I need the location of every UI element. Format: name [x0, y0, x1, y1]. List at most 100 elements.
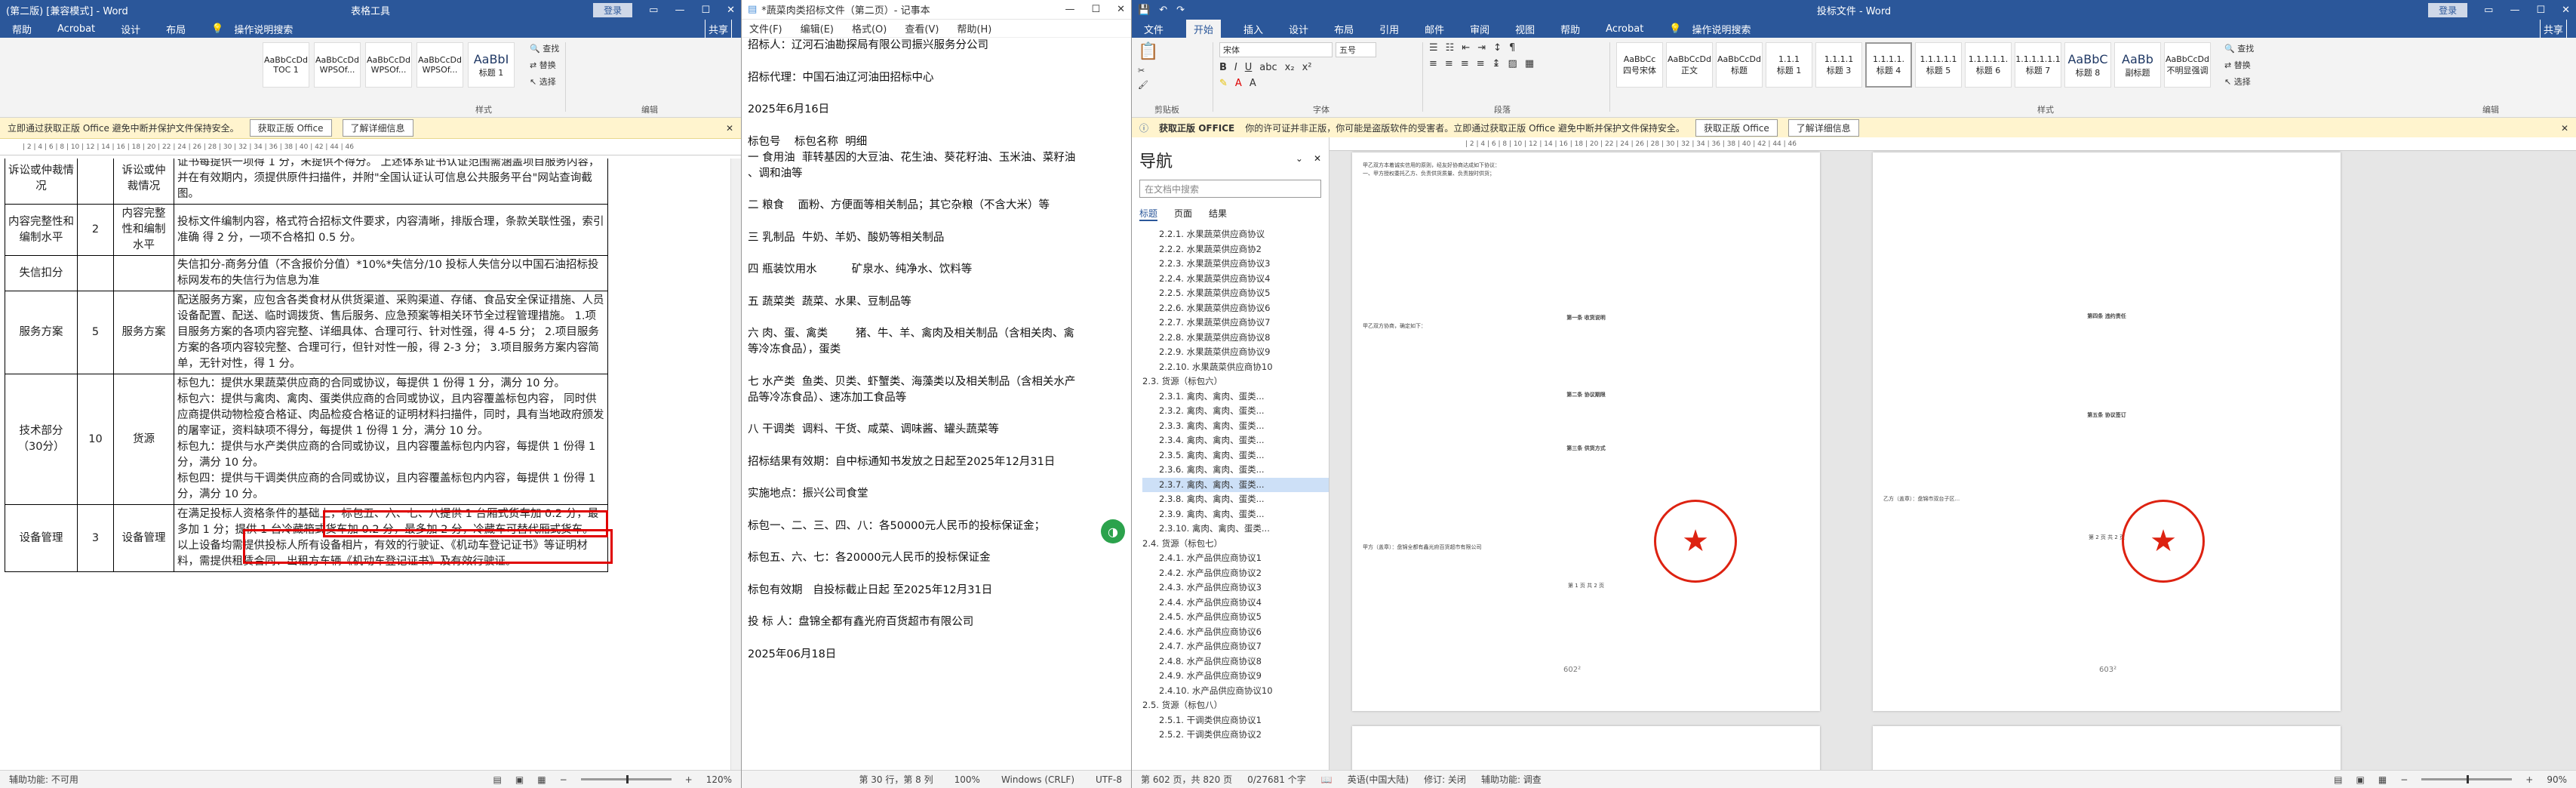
style-item[interactable]: AaBb 副标题 — [2114, 42, 2161, 88]
find-button[interactable]: 🔍 查找 — [530, 42, 559, 54]
nav-heading-item[interactable]: 2.3.2. 禽肉、禽肉、蛋类... — [1142, 404, 1329, 419]
style-item[interactable]: 1.1.1.1. 标题 4 — [1865, 42, 1912, 88]
minimize-icon[interactable]: — — [1065, 4, 1074, 15]
document-page[interactable]: 甲乙双方本着诚实信用的原则，经友好协商达成如下协议： 一、甲方授权委托乙方、负责… — [1352, 152, 1820, 711]
table-cell[interactable]: 5 — [77, 291, 114, 374]
menu-format[interactable]: 格式(O) — [852, 21, 887, 35]
italic-icon[interactable]: I — [1234, 62, 1237, 73]
table-cell[interactable]: 诉讼或仲裁情况 — [113, 159, 174, 205]
nav-heading-item[interactable]: 2.2.7. 水果蔬菜供应商协议7 — [1142, 316, 1329, 331]
close-icon[interactable]: ✕ — [1117, 4, 1125, 15]
nav-heading-item[interactable]: 2.4.9. 水产品供应商协议9 — [1142, 669, 1329, 684]
decrease-indent-icon[interactable]: ⇤ — [1462, 42, 1470, 54]
style-wpsof-1[interactable]: AaBbCcDd WPSOf... — [314, 42, 361, 88]
style-toc1[interactable]: AaBbCcDd TOC 1 — [263, 42, 309, 88]
text-area[interactable]: 招标人：辽河石油勘探局有限公司振兴服务分公司 招标代理：中国石油辽河油田招标中心… — [748, 38, 1125, 770]
replace-button[interactable]: ⇄ 替换 — [530, 59, 559, 71]
nav-tab-results[interactable]: 结果 — [1209, 207, 1227, 221]
document-area[interactable]: 诉讼或仲裁情况 诉讼或仲裁情况 证书每提供一项得 1 分，未提供不得分。 上述体… — [0, 159, 741, 770]
track-changes[interactable]: 修订: 关闭 — [1424, 773, 1466, 786]
style-item[interactable]: 1.1.1 标题 1 — [1766, 42, 1812, 88]
nav-heading-item[interactable]: 2.4.4. 水产品供应商协议4 — [1142, 596, 1329, 611]
table-cell[interactable]: 3 — [77, 504, 114, 572]
nav-heading-item[interactable]: 2.4.10. 水产品供应商协议10 — [1142, 684, 1329, 699]
style-item[interactable]: 1.1.1.1.1 标题 5 — [1915, 42, 1962, 88]
nav-heading-item[interactable]: 2.2.3. 水果蔬菜供应商协议3 — [1142, 257, 1329, 272]
table-cell[interactable]: 设备管理 — [113, 504, 174, 572]
table-cell[interactable]: 证书每提供一项得 1 分，未提供不得分。 上述体系证书认证范围需涵盖项目服务内容… — [174, 159, 608, 205]
table-cell[interactable]: 失信扣分 — [5, 255, 78, 291]
format-painter-icon[interactable]: 🖌 — [1138, 80, 1207, 90]
style-wpsof-3[interactable]: AaBbCcDd WPSOf... — [417, 42, 463, 88]
nav-heading-item[interactable]: 2.3.1. 禽肉、禽肉、蛋类... — [1142, 389, 1329, 405]
nav-close-icon[interactable]: ✕ — [1314, 153, 1321, 164]
nav-heading-item[interactable]: 2.4.1. 水产品供应商协议1 — [1142, 551, 1329, 566]
tab-review[interactable]: 审阅 — [1467, 20, 1492, 38]
close-message-icon[interactable]: ✕ — [726, 123, 733, 134]
web-layout-icon[interactable]: ▦ — [2378, 774, 2387, 785]
table-cell[interactable]: 货源 — [113, 374, 174, 505]
nav-heading-item[interactable]: 2.2.5. 水果蔬菜供应商协议5 — [1142, 286, 1329, 301]
increase-indent-icon[interactable]: ⇥ — [1477, 42, 1486, 54]
tab-mailings[interactable]: 邮件 — [1422, 20, 1447, 38]
page-count[interactable]: 第 602 页，共 820 页 — [1141, 773, 1232, 786]
zoom-in-icon[interactable]: + — [2525, 774, 2533, 785]
language[interactable]: 英语(中国大陆) — [1348, 773, 1409, 786]
nav-heading-item[interactable]: 2.2.10. 水果蔬菜供应商协10 — [1142, 360, 1329, 375]
borders-icon[interactable]: ▦ — [1525, 58, 1534, 69]
menu-file[interactable]: 文件(F) — [749, 21, 782, 35]
document-page[interactable]: 第四条 违约责任 第五条 协议签订 乙方（盖章）：盘锦市双台子区... 第 2 … — [1873, 152, 2341, 711]
nav-heading-item[interactable]: 2.3.9. 禽肉、禽肉、蛋类... — [1142, 507, 1329, 522]
table-cell[interactable] — [113, 255, 174, 291]
nav-heading-item[interactable]: 2.2.9. 水果蔬菜供应商协议9 — [1142, 345, 1329, 360]
align-left-icon[interactable]: ≡ — [1429, 58, 1437, 69]
align-right-icon[interactable]: ≡ — [1461, 58, 1469, 69]
style-heading1[interactable]: AaBbI 标题 1 — [468, 42, 515, 88]
tab-home[interactable]: 开始 — [1186, 19, 1222, 38]
tab-acrobat[interactable]: Acrobat — [54, 21, 98, 37]
tab-acrobat[interactable]: Acrobat — [1603, 21, 1646, 37]
table-cell[interactable]: 内容完整性和编制水平 — [5, 204, 78, 256]
maximize-icon[interactable]: ☐ — [1091, 4, 1100, 15]
table-cell[interactable]: 服务方案 — [5, 291, 78, 374]
style-item[interactable]: 1.1.1.1 标题 3 — [1815, 42, 1862, 88]
redo-icon[interactable]: ↷ — [1176, 5, 1185, 16]
nav-heading-item[interactable]: 2.4.2. 水产品供应商协议2 — [1142, 566, 1329, 581]
tab-layout[interactable]: 布局 — [1331, 20, 1357, 38]
underline-icon[interactable]: U — [1245, 62, 1253, 73]
nav-heading-item[interactable]: 2.5. 货源（标包八） — [1142, 698, 1329, 713]
tab-references[interactable]: 引用 — [1376, 20, 1402, 38]
style-wpsof-2[interactable]: AaBbCcDd WPSOf... — [365, 42, 412, 88]
style-item[interactable]: AaBbCcDd 正文 — [1666, 42, 1713, 88]
find-button[interactable]: 🔍 查找 — [2224, 42, 2254, 54]
nav-heading-item[interactable]: 2.2.8. 水果蔬菜供应商协议8 — [1142, 331, 1329, 346]
tab-view[interactable]: 视图 — [1512, 20, 1538, 38]
table-cell[interactable] — [77, 255, 114, 291]
nav-tab-pages[interactable]: 页面 — [1174, 207, 1192, 221]
font-size-select[interactable]: 五号 — [1336, 42, 1376, 57]
close-message-icon[interactable]: ✕ — [2561, 123, 2568, 134]
table-cell[interactable]: 诉讼或仲裁情况 — [5, 159, 78, 205]
nav-heading-item[interactable]: 2.2.4. 水果蔬菜供应商协议4 — [1142, 272, 1329, 287]
nav-heading-item[interactable]: 2.4.3. 水产品供应商协议3 — [1142, 580, 1329, 596]
login-button[interactable]: 登录 — [593, 2, 633, 17]
nav-heading-item[interactable]: 2.3.7. 禽肉、禽肉、蛋类... — [1142, 477, 1329, 492]
maximize-icon[interactable]: ☐ — [701, 5, 710, 16]
nav-heading-item[interactable]: 2.5.2. 干调类供应商协议2 — [1142, 728, 1329, 743]
zoom-slider[interactable] — [580, 775, 672, 783]
table-cell[interactable]: 设备管理 — [5, 504, 78, 572]
nav-options-icon[interactable]: ⌄ — [1296, 153, 1303, 164]
document-pages-area[interactable]: | 2 | 4 | 6 | 8 | 10 | 12 | 14 | 16 | 18… — [1329, 137, 2576, 770]
nav-heading-item[interactable]: 2.4.7. 水产品供应商协议7 — [1142, 639, 1329, 654]
ribbon-display-icon[interactable]: ▭ — [2484, 5, 2493, 16]
tab-insert[interactable]: 插入 — [1240, 20, 1266, 38]
zoom-slider[interactable] — [2421, 775, 2513, 783]
undo-icon[interactable]: ↶ — [1159, 5, 1167, 16]
horizontal-ruler[interactable]: | 2 | 4 | 6 | 8 | 10 | 12 | 14 | 16 | 18… — [1329, 137, 2576, 151]
nav-heading-item[interactable]: 2.3.4. 禽肉、禽肉、蛋类... — [1142, 433, 1329, 448]
tab-help[interactable]: 帮助 — [1557, 20, 1583, 38]
table-cell[interactable]: 2 — [77, 204, 114, 256]
subscript-icon[interactable]: x₂ — [1285, 62, 1295, 73]
font-color-icon[interactable]: A — [1235, 78, 1242, 89]
table-cell[interactable]: 投标文件编制内容，格式符合招标文件要求，内容清晰，排版合理，条款关联性强，索引准… — [174, 204, 608, 256]
